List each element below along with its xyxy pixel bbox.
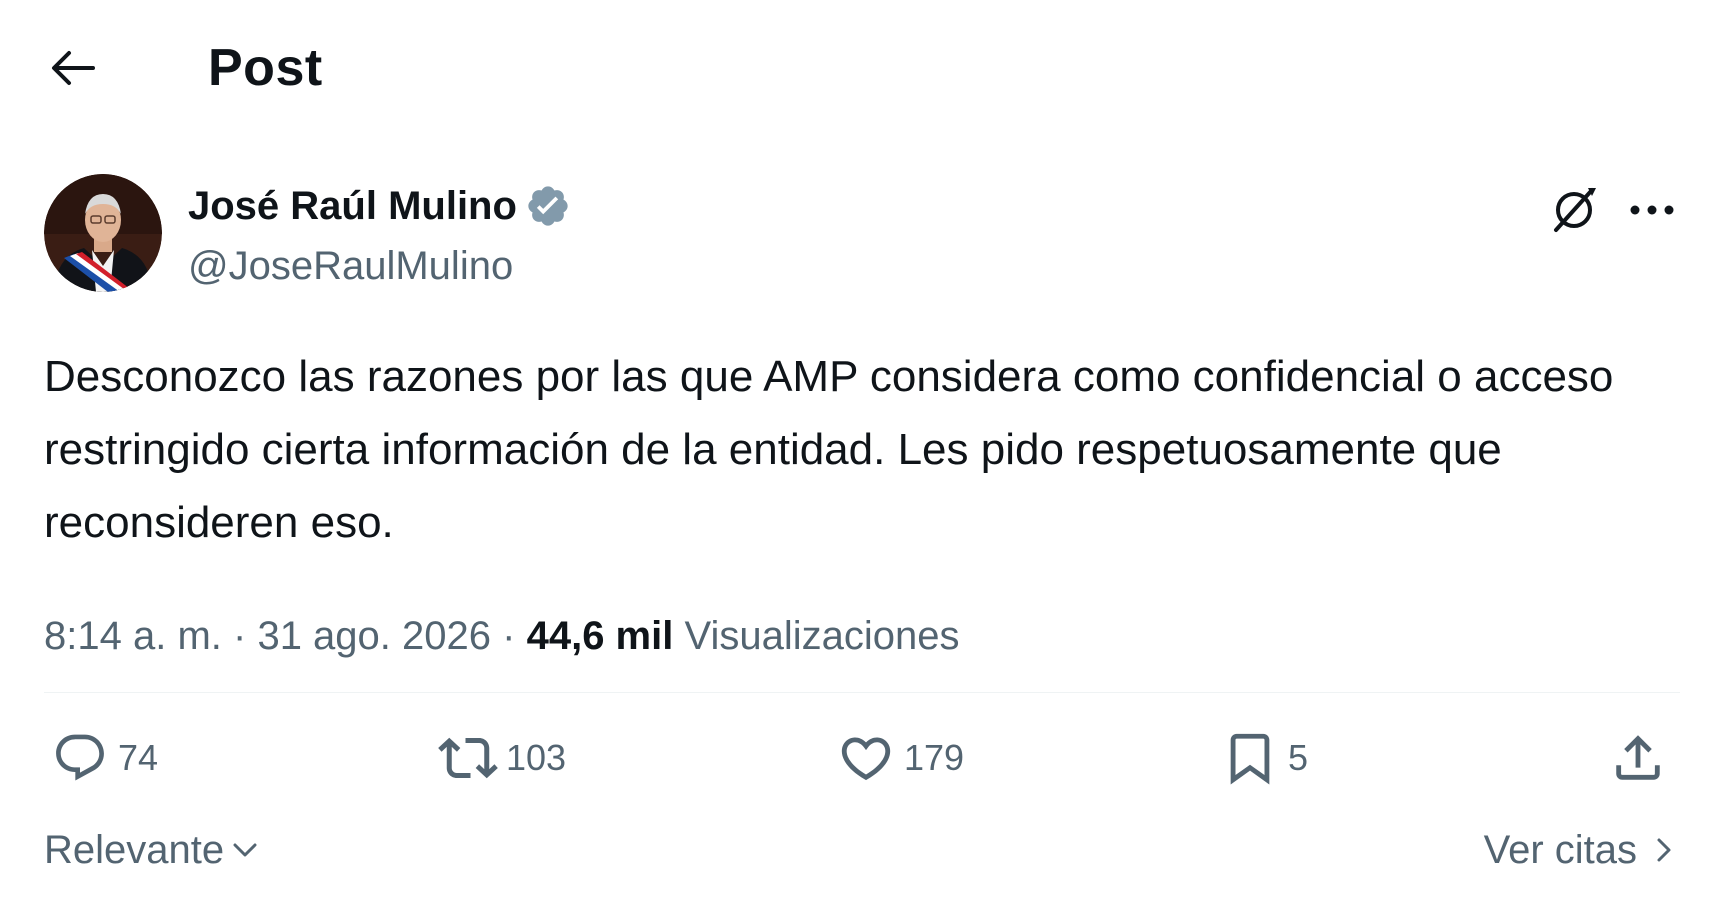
post-meta: 8:14 a. m. · 31 ago. 2026 · 44,6 mil Vis… bbox=[44, 606, 959, 666]
author-name[interactable]: José Raúl Mulino bbox=[188, 180, 517, 232]
grok-icon bbox=[1554, 188, 1596, 232]
meta-separator: · bbox=[233, 614, 247, 658]
views-label: Visualizaciones bbox=[684, 614, 960, 658]
share-button[interactable] bbox=[1608, 728, 1668, 788]
verified-badge-icon[interactable] bbox=[525, 183, 571, 229]
view-quotes-link[interactable]: Ver citas bbox=[1484, 820, 1681, 880]
post-time[interactable]: 8:14 a. m. bbox=[44, 614, 222, 658]
repost-button[interactable]: 103 bbox=[438, 728, 566, 788]
like-button[interactable]: 179 bbox=[836, 728, 964, 788]
page-title: Post bbox=[208, 39, 323, 97]
more-horizontal-icon bbox=[1630, 205, 1674, 215]
bookmark-count: 5 bbox=[1288, 737, 1309, 778]
arrow-left-icon bbox=[52, 51, 95, 85]
bookmark-icon bbox=[1230, 733, 1270, 785]
views-count: 44,6 mil bbox=[526, 614, 674, 658]
sort-dropdown[interactable]: Relevante bbox=[44, 820, 262, 880]
grok-button[interactable] bbox=[1544, 180, 1604, 240]
sort-label: Relevante bbox=[44, 828, 225, 872]
repost-count: 103 bbox=[506, 737, 567, 778]
bookmark-button[interactable]: 5 bbox=[1220, 728, 1308, 788]
author-handle[interactable]: @JoseRaulMulino bbox=[188, 240, 513, 292]
avatar-image bbox=[44, 174, 162, 292]
post-page: Post José Raúl Mulino @JoseRaulMulino De… bbox=[0, 0, 1731, 908]
reply-button[interactable]: 74 bbox=[50, 728, 158, 788]
meta-separator: · bbox=[502, 614, 516, 658]
reply-count: 74 bbox=[118, 737, 159, 778]
heart-icon bbox=[841, 737, 891, 781]
reply-icon bbox=[56, 734, 104, 781]
share-icon bbox=[1616, 735, 1660, 780]
view-quotes-label: Ver citas bbox=[1483, 828, 1637, 872]
chevron-right-icon bbox=[1657, 838, 1671, 862]
chevron-down-icon bbox=[233, 843, 257, 857]
post-date[interactable]: 31 ago. 2026 bbox=[257, 614, 491, 658]
post-text: Desconozco las razones por las que AMP c… bbox=[44, 352, 1614, 547]
repost-icon bbox=[438, 737, 498, 779]
divider bbox=[44, 692, 1680, 693]
avatar[interactable] bbox=[44, 174, 162, 292]
author-name-row: José Raúl Mulino bbox=[188, 180, 571, 232]
more-button[interactable] bbox=[1622, 180, 1682, 240]
like-count: 179 bbox=[904, 737, 965, 778]
back-button[interactable] bbox=[44, 44, 100, 92]
